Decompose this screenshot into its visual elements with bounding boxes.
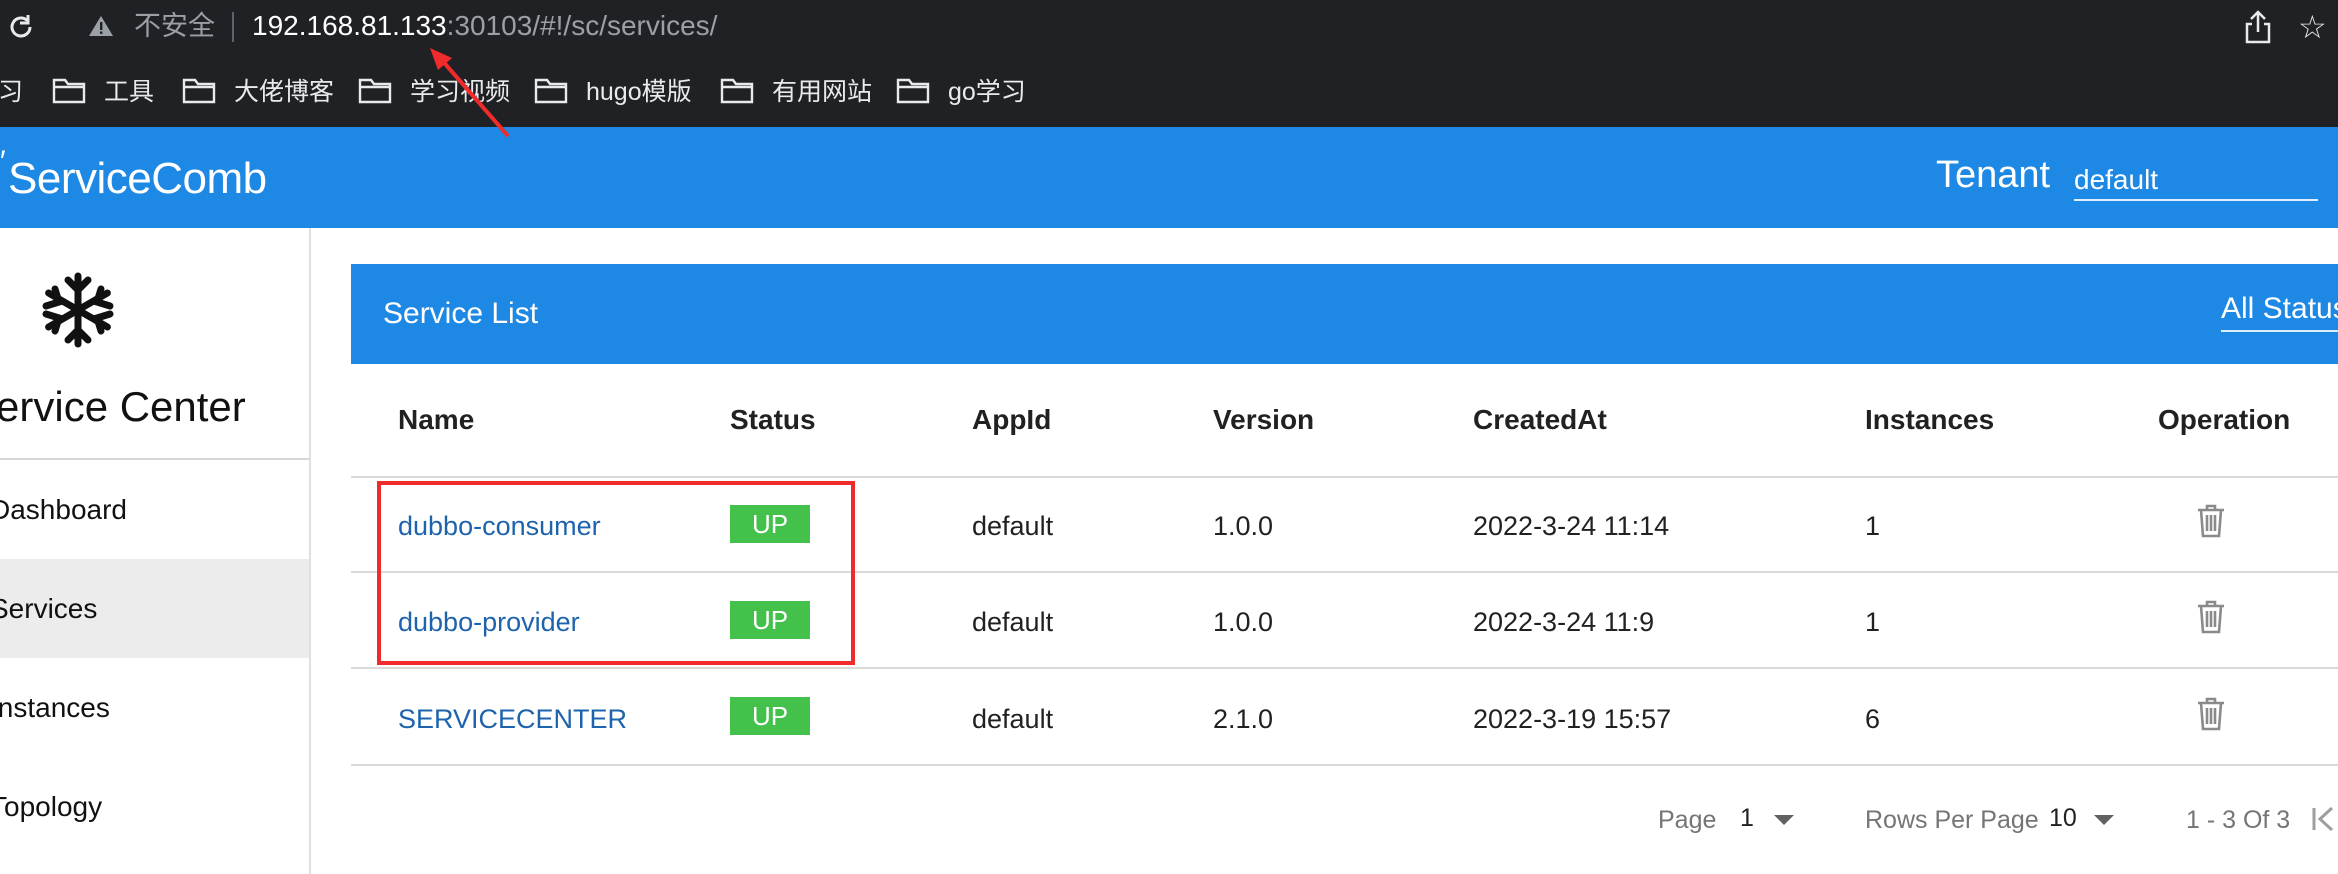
column-header-status[interactable]: Status [730,400,816,440]
annotation-arrow-icon [430,48,510,138]
security-label[interactable]: 不安全 [134,10,215,42]
createdat-cell: 2022-3-24 11:9 [1473,607,1655,637]
status-badge: UP [730,697,810,735]
service-name-link[interactable]: SERVICECENTER [398,701,627,737]
delete-trash-icon[interactable] [2196,696,2226,732]
omnibox-separator [232,12,234,42]
sidebar-item-label: Dashboard [0,494,127,525]
sidebar-item-instances[interactable]: Instances [0,658,309,757]
tenant-input[interactable] [2074,161,2318,201]
row-divider [351,476,2338,478]
status-filter-select[interactable]: All Status [2221,288,2338,332]
bookmark-label: hugo模版 [586,78,692,106]
instances-cell: 6 [1865,704,1881,734]
bookmark-folder[interactable]: 工具 [52,73,154,107]
row-divider [351,667,2338,669]
bookmark-folder[interactable]: 大佬博客 [182,73,334,107]
createdat-cell: 2022-3-19 15:57 [1473,704,1672,734]
url-path: :30103/#!/sc/services/ [446,10,718,41]
folder-icon [52,78,86,104]
bookmark-label: 大佬博客 [234,78,335,106]
browser-address-bar: 不安全 192.168.81.133:30103/#!/sc/services/… [0,0,2338,53]
bookmarks-bar: 习 工具 大佬博客 学习视频 hugo模版 有用网站 go学习 [0,53,2338,127]
service-list-header: Service List All Status [351,264,2338,364]
app-header: ′ ServiceComb Tenant [0,127,2338,228]
bookmark-label: 习 [0,78,24,106]
folder-icon [720,78,754,104]
delete-trash-icon[interactable] [2196,599,2226,635]
rows-per-page-label: Rows Per Page [1865,806,2039,834]
version-cell: 1.0.0 [1213,511,1274,541]
tenant-label: Tenant [1936,154,2051,196]
logo-mark-icon: ′ [0,145,6,178]
sidebar-item-label: Services [0,593,98,624]
bookmark-folder[interactable]: hugo模版 [534,73,692,107]
page-select[interactable]: 1 [1740,800,1754,836]
sidebar-item-dashboard[interactable]: Dashboard [0,460,309,559]
page-label: Page [1658,806,1717,834]
row-divider [351,764,2338,766]
pagination-range: 1 - 3 Of 3 [2186,806,2291,834]
bookmark-folder[interactable]: go学习 [896,73,1026,107]
sidebar: Service Center Dashboard Services Instan… [0,228,311,874]
first-page-icon[interactable] [2310,802,2338,836]
instances-cell: 1 [1865,511,1881,541]
sidebar-item-services[interactable]: Services [0,559,309,658]
createdat-cell: 2022-3-24 11:14 [1473,511,1670,541]
folder-icon [358,78,392,104]
folder-icon [182,78,216,104]
column-header-name[interactable]: Name [398,400,474,440]
reload-icon[interactable] [6,12,36,42]
url-host: 192.168.81.133 [252,10,447,41]
page-dropdown-icon[interactable] [1774,815,1794,825]
bookmark-label: 有用网站 [772,78,873,106]
appid-cell: default [972,607,1054,637]
annotation-highlight-box [377,481,855,665]
folder-icon [534,78,568,104]
bookmark-label: 工具 [104,78,155,106]
app-logo[interactable]: ServiceComb [8,153,267,205]
sidebar-item-topology[interactable]: Topology [0,757,309,856]
bookmark-folder[interactable]: 习 [0,73,23,107]
rows-dropdown-icon[interactable] [2094,815,2114,825]
sidebar-item-label: Topology [0,791,103,822]
warning-icon[interactable] [88,14,114,38]
sidebar-title: Service Center [0,383,246,430]
share-icon[interactable] [2244,10,2272,44]
column-header-operation: Operation [2158,404,2291,435]
url-text[interactable]: 192.168.81.133:30103/#!/sc/services/ [252,10,717,42]
column-header-createdat[interactable]: CreatedAt [1473,400,1607,440]
bookmark-folder[interactable]: 有用网站 [720,73,872,107]
instances-cell: 1 [1865,607,1881,637]
service-list-title: Service List [383,297,539,330]
version-cell: 1.0.0 [1213,607,1274,637]
version-cell: 2.1.0 [1213,704,1274,734]
delete-trash-icon[interactable] [2196,503,2226,539]
sidebar-item-label: Instances [0,692,110,723]
bookmark-label: go学习 [948,78,1026,106]
column-header-instances[interactable]: Instances [1865,400,1994,440]
column-header-version[interactable]: Version [1213,400,1314,440]
folder-icon [896,78,930,104]
column-header-appid[interactable]: AppId [972,400,1051,440]
rows-per-page-select[interactable]: 10 [2049,800,2077,836]
appid-cell: default [972,511,1054,541]
snowflake-icon [42,272,114,348]
appid-cell: default [972,704,1054,734]
bookmark-star-icon[interactable]: ☆ [2298,10,2327,44]
